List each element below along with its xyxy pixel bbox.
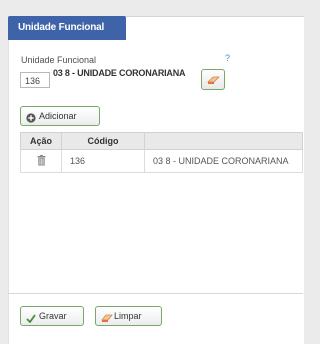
table-row[interactable]: 136 03 8 - UNIDADE CORONARIANA <box>20 149 303 173</box>
unit-code-field[interactable]: 136 <box>20 72 50 88</box>
clear-field-button[interactable] <box>201 69 225 90</box>
save-button[interactable]: Gravar <box>20 306 84 326</box>
checkmark-icon <box>26 311 36 329</box>
form-panel <box>8 16 304 344</box>
column-header-codigo[interactable]: Código <box>61 132 145 150</box>
unidade-funcional-label: Unidade Funcional <box>21 55 97 65</box>
clear-button-label: Limpar <box>114 311 142 321</box>
column-header-descricao <box>144 132 303 150</box>
column-header-acao: Ação <box>20 132 62 150</box>
row-descricao-cell: 03 8 - UNIDADE CORONARIANA <box>144 149 303 173</box>
clear-button[interactable]: Limpar <box>95 306 162 326</box>
unit-name-text: 03 8 - UNIDADE CORONARIANA <box>53 68 186 78</box>
eraser-icon <box>101 311 113 329</box>
add-button-label: Adicionar <box>39 111 77 121</box>
row-action-cell <box>20 149 62 173</box>
page: Unidade Funcional Unidade Funcional ? 13… <box>0 0 304 344</box>
tab-unidade-funcional[interactable]: Unidade Funcional <box>8 16 126 40</box>
help-icon[interactable]: ? <box>225 53 230 63</box>
trash-icon[interactable] <box>37 154 46 168</box>
save-button-label: Gravar <box>39 311 67 321</box>
eraser-icon <box>207 76 220 84</box>
units-table: Ação Código 136 03 8 - UNIDADE CORONARIA… <box>20 132 303 173</box>
add-button[interactable]: Adicionar <box>20 106 100 126</box>
footer-divider <box>8 293 303 294</box>
table-header-row: Ação Código <box>20 132 303 150</box>
plus-circle-icon <box>26 111 36 129</box>
row-codigo-cell: 136 <box>61 149 145 173</box>
